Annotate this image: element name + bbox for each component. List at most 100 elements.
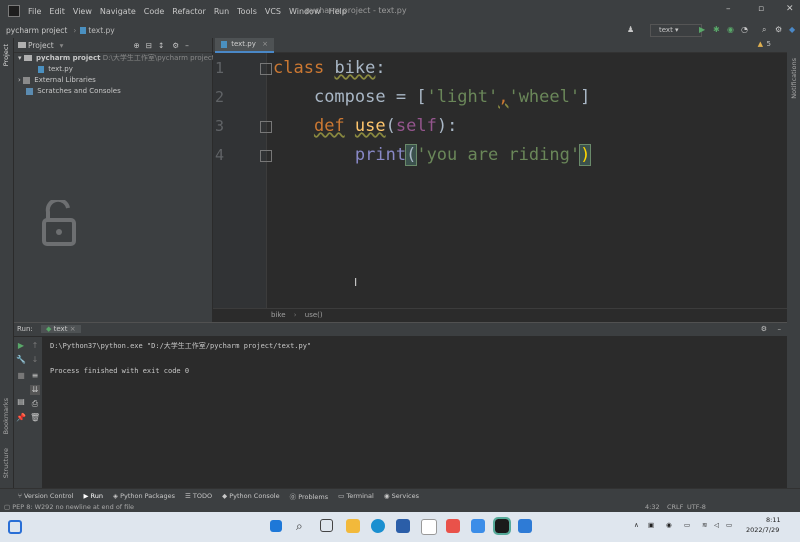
layout-icon[interactable]: ▤ xyxy=(16,397,26,407)
tray-app-icon[interactable]: ◉ xyxy=(666,521,672,529)
file-encoding[interactable]: UTF-8 xyxy=(687,502,706,512)
menu-edit[interactable]: Edit xyxy=(49,7,65,16)
desktop-widget-icon[interactable] xyxy=(8,520,22,534)
fold-marker-icon[interactable] xyxy=(260,150,272,162)
edge-icon[interactable] xyxy=(371,519,385,533)
console-output[interactable]: D:\Python37\python.exe "D:/大学生工作室/pychar… xyxy=(50,341,311,375)
nav-project[interactable]: pycharm project xyxy=(6,26,67,35)
hide-panel-icon[interactable]: – xyxy=(778,323,782,336)
tab-todo[interactable]: ☰ TODO xyxy=(185,492,212,500)
jetbrains-icon[interactable]: ◆ xyxy=(789,25,795,34)
tray-app-icon[interactable]: ▭ xyxy=(684,521,690,529)
status-message[interactable]: PEP 8: W292 no newline at end of file xyxy=(12,503,134,511)
menu-tools[interactable]: Tools xyxy=(237,7,257,16)
tree-scratches[interactable]: Scratches and Consoles xyxy=(14,86,212,97)
tab-text-py[interactable]: text.py × xyxy=(215,38,274,53)
app-icon[interactable] xyxy=(421,519,437,535)
line-separator[interactable]: CRLF xyxy=(667,502,683,512)
warning-icon[interactable]: ▲ xyxy=(758,40,763,48)
scroll-to-end-icon[interactable]: ⇊ xyxy=(30,385,40,395)
pycharm-taskbar-icon[interactable] xyxy=(493,517,511,535)
hide-panel-icon[interactable]: – xyxy=(185,41,189,50)
tab-terminal[interactable]: ▭ Terminal xyxy=(338,492,374,500)
nav-file[interactable]: text.py xyxy=(88,26,114,35)
token-paren: ): xyxy=(436,116,458,136)
maximize-icon[interactable]: ▫ xyxy=(758,4,764,14)
stop-icon[interactable]: ■ xyxy=(16,371,26,381)
project-panel-title[interactable]: Project xyxy=(28,41,54,50)
soft-wrap-icon[interactable]: ≡ xyxy=(30,371,40,381)
tab-version-control[interactable]: ⑂ Version Control xyxy=(18,492,73,500)
tab-problems[interactable]: ⓪ Problems xyxy=(290,491,329,501)
code-editor[interactable]: text.py × ▲ 5 1 2 3 4 class bike: compos… xyxy=(213,38,787,322)
app-icon[interactable] xyxy=(446,519,460,533)
tree-external-libraries[interactable]: › External Libraries xyxy=(14,75,212,86)
menu-code[interactable]: Code xyxy=(144,7,164,16)
file-explorer-icon[interactable] xyxy=(346,519,360,533)
search-icon[interactable]: ⌕ xyxy=(296,519,310,533)
tray-app-icon[interactable]: ▣ xyxy=(648,521,654,529)
tray-chevron-icon[interactable]: ∧ xyxy=(634,521,639,529)
tree-root[interactable]: ▾ pycharm project D:\大学生工作室\pycharm proj… xyxy=(14,53,214,64)
structure-tool-tab[interactable]: Structure xyxy=(2,448,10,478)
volume-icon[interactable]: ◁ xyxy=(714,521,719,529)
text-cursor-icon: I xyxy=(354,276,358,289)
app-icon[interactable] xyxy=(471,519,485,533)
tab-label: Python Packages xyxy=(120,492,175,500)
locate-icon[interactable]: ⊕ xyxy=(133,41,139,50)
pin-icon[interactable]: 📌 xyxy=(16,413,26,423)
breadcrumb-method[interactable]: use() xyxy=(305,311,323,319)
close-tab-icon[interactable]: × xyxy=(70,325,76,333)
search-icon[interactable]: ⌕ xyxy=(762,25,766,35)
close-icon[interactable]: ✕ xyxy=(786,4,794,14)
caret-position[interactable]: 4:32 xyxy=(645,502,660,512)
breadcrumb-class[interactable]: bike xyxy=(271,311,286,319)
notifications-tool-tab[interactable]: Notifications xyxy=(790,58,798,99)
clock-time[interactable]: 8:11 xyxy=(766,516,781,524)
tab-label: Problems xyxy=(298,493,329,501)
run-config-select[interactable]: text ▾ xyxy=(650,24,702,37)
menu-file[interactable]: File xyxy=(28,7,41,16)
print-icon[interactable]: ⎙ xyxy=(30,399,40,409)
tree-file-item[interactable]: text.py xyxy=(14,64,212,75)
menu-view[interactable]: View xyxy=(73,7,92,16)
close-tab-icon[interactable]: × xyxy=(262,40,268,48)
debug-icon[interactable]: ✱ xyxy=(713,25,720,34)
wifi-icon[interactable]: ≋ xyxy=(702,521,707,529)
up-arrow-icon[interactable]: ↑ xyxy=(30,341,40,351)
coverage-icon[interactable]: ◉ xyxy=(727,25,734,34)
battery-icon[interactable]: ▭ xyxy=(726,521,732,529)
start-icon[interactable] xyxy=(270,520,282,532)
collapse-all-icon[interactable]: ⊟ xyxy=(146,41,152,50)
tab-services[interactable]: ◉ Services xyxy=(384,492,419,500)
chevron-down-icon[interactable]: ▾ xyxy=(60,41,64,50)
menu-refactor[interactable]: Refactor xyxy=(172,7,206,16)
settings-icon[interactable]: ⚙ xyxy=(775,25,782,34)
menu-vcs[interactable]: VCS xyxy=(265,7,281,16)
user-icon[interactable]: ♟ xyxy=(627,25,634,34)
tab-run[interactable]: ▶ Run xyxy=(83,492,103,500)
project-tool-tab[interactable]: Project xyxy=(2,44,10,66)
rerun-icon[interactable]: ▶ xyxy=(16,341,26,351)
run-tab[interactable]: ◆ text × xyxy=(41,325,81,333)
run-icon[interactable]: ▶ xyxy=(699,25,705,34)
menu-run[interactable]: Run xyxy=(214,7,229,16)
menu-navigate[interactable]: Navigate xyxy=(100,7,136,16)
app-icon[interactable] xyxy=(518,519,532,533)
profile-icon[interactable]: ◔ xyxy=(741,25,748,34)
down-arrow-icon[interactable]: ↓ xyxy=(30,355,40,365)
expand-icon[interactable]: ↕ xyxy=(158,41,164,50)
wrench-icon[interactable]: 🔧 xyxy=(16,355,26,365)
tab-python-packages[interactable]: ◈ Python Packages xyxy=(113,492,175,500)
gear-icon[interactable]: ⚙ xyxy=(761,323,767,336)
tab-python-console[interactable]: ◆ Python Console xyxy=(222,492,279,500)
bookmarks-tool-tab[interactable]: Bookmarks xyxy=(2,398,10,434)
minimize-icon[interactable]: – xyxy=(726,4,731,14)
fold-marker-icon[interactable] xyxy=(260,63,272,75)
gear-icon[interactable]: ⚙ xyxy=(172,41,179,50)
trash-icon[interactable]: 🗑 xyxy=(30,413,40,423)
store-icon[interactable] xyxy=(396,519,410,533)
task-view-icon[interactable] xyxy=(320,519,333,532)
clock-date[interactable]: 2022/7/29 xyxy=(746,526,779,534)
fold-marker-icon[interactable] xyxy=(260,121,272,133)
